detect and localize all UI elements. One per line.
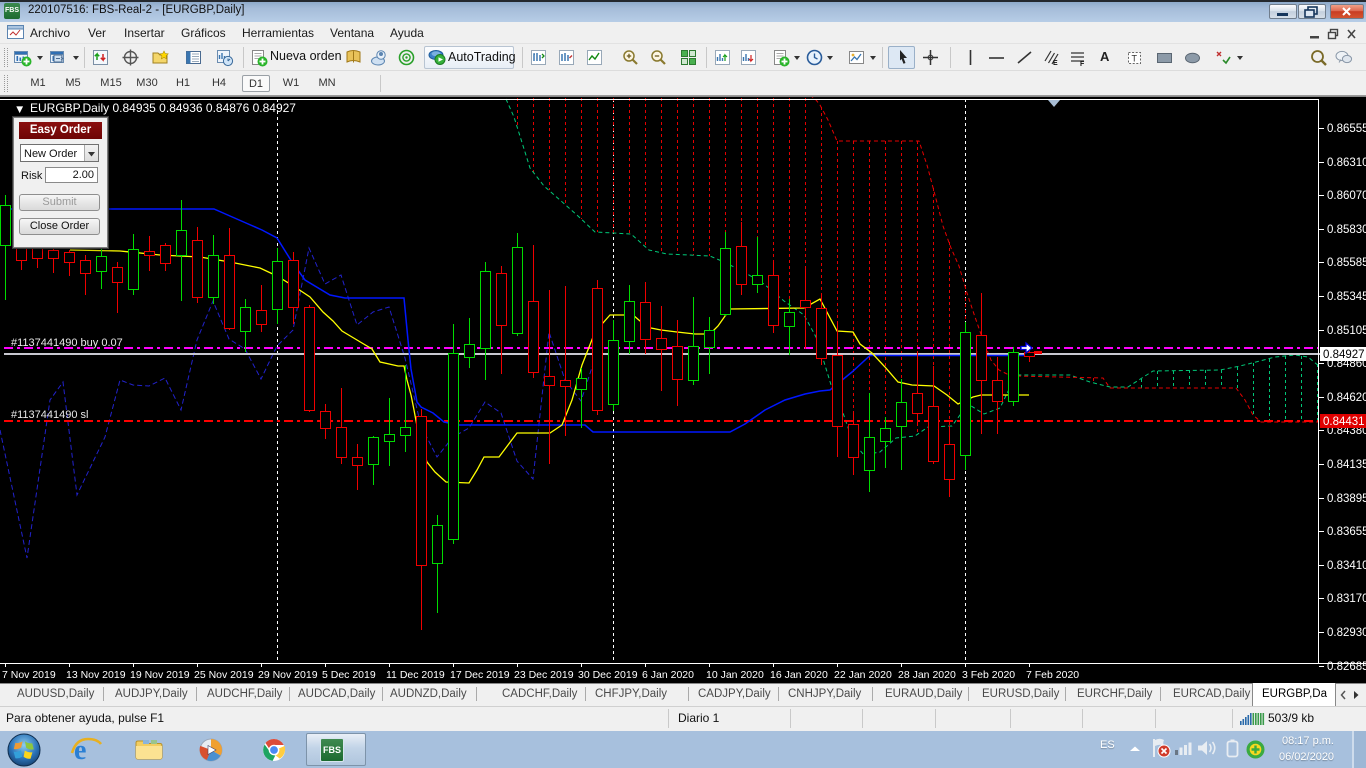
svg-text:5 Dec 2019: 5 Dec 2019: [322, 669, 376, 681]
svg-text:0.85345: 0.85345: [1327, 291, 1366, 303]
svg-text:13 Nov 2019: 13 Nov 2019: [66, 669, 126, 681]
svg-text:23 Dec 2019: 23 Dec 2019: [514, 669, 574, 681]
svg-text:0.84135: 0.84135: [1327, 459, 1366, 471]
svg-text:▼: ▼: [14, 104, 25, 116]
svg-text:7 Feb 2020: 7 Feb 2020: [1026, 669, 1079, 681]
svg-text:0.83170: 0.83170: [1327, 593, 1366, 605]
svg-text:10 Jan 2020: 10 Jan 2020: [706, 669, 764, 681]
svg-text:28 Jan 2020: 28 Jan 2020: [898, 669, 956, 681]
svg-text:0.86070: 0.86070: [1327, 190, 1366, 202]
svg-text:22 Jan 2020: 22 Jan 2020: [834, 669, 892, 681]
svg-text:#1137441490 sl: #1137441490 sl: [11, 409, 88, 421]
svg-text:0.85105: 0.85105: [1327, 325, 1366, 337]
svg-text:#1137441490 buy 0.07: #1137441490 buy 0.07: [11, 337, 123, 349]
svg-text:0.86310: 0.86310: [1327, 157, 1366, 169]
svg-text:T: T: [1132, 54, 1138, 64]
svg-text:0.84431: 0.84431: [1323, 416, 1365, 428]
svg-text:19 Nov 2019: 19 Nov 2019: [130, 669, 190, 681]
svg-text:17 Dec 2019: 17 Dec 2019: [450, 669, 510, 681]
svg-text:3 Feb 2020: 3 Feb 2020: [962, 669, 1015, 681]
svg-text:F: F: [1080, 61, 1085, 67]
svg-text:0.82930: 0.82930: [1327, 627, 1366, 639]
svg-text:25 Nov 2019: 25 Nov 2019: [194, 669, 254, 681]
svg-text:11 Dec 2019: 11 Dec 2019: [386, 669, 445, 681]
svg-text:0.83655: 0.83655: [1327, 526, 1366, 538]
svg-text:0.85585: 0.85585: [1327, 257, 1366, 269]
svg-text:0.86555: 0.86555: [1327, 123, 1366, 135]
svg-text:6 Jan 2020: 6 Jan 2020: [642, 669, 694, 681]
svg-text:7 Nov 2019: 7 Nov 2019: [2, 669, 56, 681]
svg-text:0.82685: 0.82685: [1327, 661, 1366, 673]
svg-text:0.83895: 0.83895: [1327, 493, 1366, 505]
svg-text:0.85830: 0.85830: [1327, 224, 1366, 236]
svg-text:E: E: [1053, 60, 1058, 67]
svg-text:29 Nov 2019: 29 Nov 2019: [258, 669, 318, 681]
svg-text:EURGBP,Daily 0.84935 0.84936: EURGBP,Daily 0.84935 0.84936 0.84876 0.8…: [30, 101, 296, 115]
svg-text:30 Dec 2019: 30 Dec 2019: [578, 669, 638, 681]
svg-text:16 Jan 2020: 16 Jan 2020: [770, 669, 828, 681]
svg-text:0.83410: 0.83410: [1327, 560, 1366, 572]
svg-text:0.84620: 0.84620: [1327, 392, 1366, 404]
svg-text:0.84927: 0.84927: [1323, 349, 1365, 361]
